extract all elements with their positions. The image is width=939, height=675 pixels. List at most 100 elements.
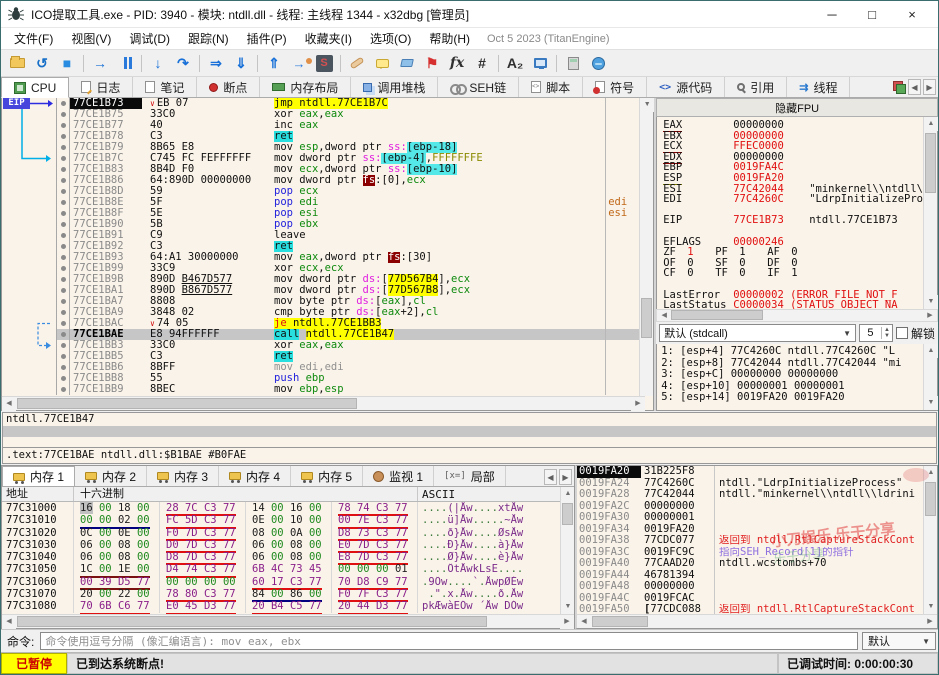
disasm-row[interactable]: 77CE1B9B 890D B467D577 mov dword ptr ds:[7…	[56, 274, 639, 285]
argument-depth-spinner[interactable]: 5 ▲ ▼	[858, 324, 893, 342]
scroll-arrow-icon[interactable]: ▶	[560, 615, 574, 629]
stack-row[interactable]: 0019FA20 31B225F8	[577, 466, 923, 478]
stack-horizontal-scrollbar[interactable]: ◀ ▶	[577, 614, 937, 628]
disasm-row[interactable]: 77CE1B99 33C9 xor ecx,ecx	[56, 263, 639, 274]
disasm-row[interactable]: 77CE1B78 C3 ret	[56, 131, 639, 142]
menu-item-plugins[interactable]: 插件(P)	[238, 28, 296, 49]
stack-vertical-scrollbar[interactable]: ▲ ▼	[923, 466, 937, 614]
dump-tab-1[interactable]: 内存 1	[2, 466, 76, 486]
arguments-list[interactable]: 1: [esp+4] 77C4260C ntdll.77C4260C "L 2: …	[657, 344, 923, 410]
stack-row[interactable]: 0019FA48 00000000	[577, 580, 923, 593]
stack-row[interactable]: 0019FA38 77CDC077 返回到 ntdll.RtlCaptureStac…	[577, 534, 923, 547]
tab-scroll-right-button[interactable]: ▶	[923, 79, 936, 95]
stack-row[interactable]: 0019FA28 77C42044 ntdll."minkernel\\ntdll\…	[577, 488, 923, 501]
dump-tab-2[interactable]: 内存 2	[75, 466, 148, 486]
disasm-row[interactable]: 77CE1B86 64:890D 00000000 mov dword ptr fs…	[56, 175, 639, 186]
menu-item-debug[interactable]: 调试(D)	[120, 28, 179, 49]
menu-item-favourites[interactable]: 收藏夹(I)	[296, 28, 361, 49]
bookmarks-button[interactable]: ⚑	[420, 52, 444, 75]
minimize-button[interactable]: ─	[812, 1, 852, 28]
scroll-arrow-icon[interactable]: ▼	[924, 295, 938, 309]
registers-horizontal-scrollbar[interactable]: ◀ ▶	[656, 309, 938, 322]
disasm-row[interactable]: 77CE1B8E 5F pop edi edi	[56, 197, 639, 208]
scroll-arrow-icon[interactable]: ▶	[923, 310, 937, 321]
dump-row[interactable]: 77C31010 00 00 02 00 FC 5D C3 77 0E 00 10 0…	[2, 514, 560, 529]
register-row[interactable]: EBX 00000000	[663, 130, 923, 142]
arguments-vertical-scrollbar[interactable]: ▲ ▼	[923, 344, 938, 410]
scroll-arrow-icon[interactable]: ▶	[923, 615, 937, 628]
labels-button[interactable]	[395, 52, 419, 75]
flags-row[interactable]: CF 0 TF 0 IF 1	[663, 268, 923, 279]
command-input[interactable]	[40, 632, 858, 650]
disasm-row[interactable]: 77CE1BA1 890D B867D577 mov dword ptr ds:[7…	[56, 285, 639, 296]
disasm-row[interactable]: 77CE1BB9 8BEC mov ebp,esp	[56, 384, 639, 395]
dump-horizontal-scrollbar[interactable]: ◀ ▶	[2, 614, 574, 629]
dump-row[interactable]: 77C31050 1C 00 1E 00 D4 74 C3 77 6B 4C 73 4…	[2, 563, 560, 578]
tab-script[interactable]: 脚本	[519, 77, 584, 97]
calling-convention-select[interactable]: 默认 (stdcall) ▼	[659, 324, 856, 342]
dump-row[interactable]: 77C31020 0C 00 0E 00 F0 7D C3 77 08 00 0A 0…	[2, 526, 560, 541]
dump-tab-4[interactable]: 内存 4	[219, 466, 292, 486]
calculator-button[interactable]	[561, 52, 585, 75]
stack-row[interactable]: 0019FA40 77CAAD20 ntdll.wcstombs+70	[577, 557, 923, 570]
patches-button[interactable]	[345, 52, 369, 75]
step-over-button[interactable]: ↷	[171, 52, 195, 75]
run-to-user-code-button[interactable]: →	[287, 52, 312, 75]
tab-breakpoint[interactable]: 断点	[197, 77, 261, 97]
dump-row[interactable]: 77C31000 16 00 18 00 28 7C C3 77 14 00 16 0…	[2, 502, 560, 517]
dump-tab-7[interactable]: [x=] 局部	[434, 466, 506, 486]
disassembly-pane[interactable]: EIP 77CE1B73 ∨ EB 07 jmp ntdll.77CE1B7C 77CE…	[1, 98, 655, 411]
disassembly-vertical-scrollbar[interactable]: ▲▼	[639, 98, 655, 396]
disasm-row[interactable]: 77CE1BB8 55 push ebp	[56, 373, 639, 384]
tab-symbol[interactable]: 符号	[583, 77, 648, 97]
disasm-row[interactable]: 77CE1B79 8B65 E8 mov esp,dword ptr ss:[ebp…	[56, 142, 639, 153]
registers-vertical-scrollbar[interactable]: ▲ ▼	[923, 117, 938, 309]
scroll-thumb[interactable]	[925, 133, 936, 193]
tab-seh[interactable]: SEH链	[438, 77, 520, 97]
command-profile-select[interactable]: 默认 ▼	[862, 632, 936, 650]
scroll-thumb[interactable]	[17, 616, 487, 627]
tab-thread[interactable]: ⇉ 线程	[787, 77, 851, 97]
disasm-row[interactable]: 77CE1B8F 5E pop esi esi	[56, 208, 639, 219]
stack-rows[interactable]: 0019FA20 31B225F8 0019FA24 77C4260C ntdll."L…	[577, 466, 923, 614]
register-row[interactable]: ESP 0019FA20	[663, 171, 923, 185]
scroll-arrow-icon[interactable]: ◀	[657, 310, 672, 321]
dump-tab-scroll-right-button[interactable]: ▶	[559, 469, 572, 485]
scroll-arrow-icon[interactable]: ▲	[924, 117, 938, 131]
unlock-checkbox[interactable]	[895, 327, 908, 339]
scroll-arrow-icon[interactable]: ◀	[2, 397, 16, 411]
scroll-arrow-icon[interactable]: ◀	[577, 615, 591, 628]
dump-tab-scroll-left-button[interactable]: ◀	[544, 469, 557, 485]
stop-button[interactable]: ■	[55, 52, 79, 75]
argument-row[interactable]: 1: [esp+4] 77C4260C ntdll.77C4260C "L	[661, 345, 923, 358]
disassembly-horizontal-scrollbar[interactable]: ◀ ▶	[2, 396, 645, 411]
step-out-button[interactable]: ⇓	[229, 52, 253, 75]
stack-row[interactable]: 0019FA30 00000001	[577, 511, 923, 524]
dump-row[interactable]: 77C31060 00 39 D5 77 00 00 00 00 60 17 C3 7…	[2, 575, 560, 591]
run-button[interactable]: →	[88, 52, 112, 75]
dump-row[interactable]: 77C31070 20 00 22 00 78 80 C3 77 84 00 86 0…	[2, 588, 560, 603]
disasm-row[interactable]: 77CE1BA7 8808 mov byte ptr ds:[eax],cl	[56, 296, 639, 307]
tab-memory[interactable]: 内存布局	[260, 77, 352, 97]
tab-scroll-left-button[interactable]: ◀	[908, 79, 921, 95]
disasm-row[interactable]: 77CE1BB3 33C0 xor eax,eax	[56, 340, 639, 351]
dump-row[interactable]: 77C31040 06 00 08 00 D8 7D C3 77 06 00 08 0…	[2, 551, 560, 566]
dump-tab-3[interactable]: 内存 3	[147, 466, 220, 486]
tab-callstack[interactable]: 调用堆栈	[351, 77, 439, 97]
scroll-arrow-icon[interactable]: ▼	[561, 600, 574, 614]
modules-cube-icon[interactable]	[893, 80, 906, 94]
tab-reference[interactable]: 引用	[725, 77, 788, 97]
hide-fpu-button[interactable]: 隐藏FPU	[656, 98, 938, 117]
scroll-thumb[interactable]	[17, 398, 357, 409]
menu-item-help[interactable]: 帮助(H)	[420, 28, 479, 49]
disasm-row[interactable]: 77CE1BA9 3848 02 cmp byte ptr ds:[eax+2],c…	[56, 307, 639, 318]
register-row[interactable]: EAX 00000000	[663, 119, 923, 132]
step-into-button[interactable]: ↓	[146, 52, 170, 75]
argument-row[interactable]: 5: [esp+14] 0019FA20 0019FA20	[661, 391, 923, 404]
info-selected-line[interactable]	[3, 426, 936, 437]
register-row[interactable]: LastStatus C0000034 (STATUS_OBJECT_NA	[663, 300, 923, 309]
dump-tab-6[interactable]: 监视 1	[363, 466, 435, 486]
open-file-button[interactable]	[5, 52, 29, 75]
disasm-row[interactable]: 77CE1B77 40 inc eax	[56, 120, 639, 131]
run-until-return-button[interactable]: ⇑	[262, 52, 286, 75]
